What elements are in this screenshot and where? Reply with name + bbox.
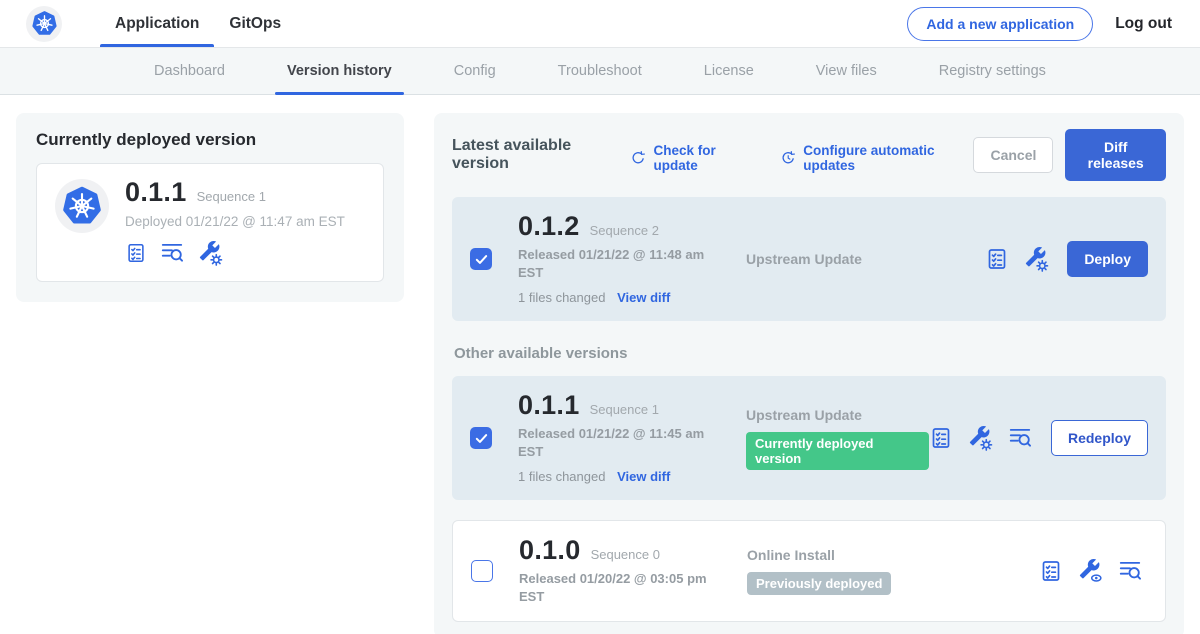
sequence-label: Sequence 2 <box>590 223 659 238</box>
redeploy-button[interactable]: Redeploy <box>1051 420 1148 456</box>
version-number: 0.1.0 <box>519 537 581 564</box>
logs-search-icon[interactable] <box>1007 425 1033 451</box>
edit-config-icon[interactable] <box>197 240 223 266</box>
version-source-label: Upstream Update <box>746 251 985 267</box>
deploy-button[interactable]: Deploy <box>1067 241 1148 277</box>
add-new-application-button[interactable]: Add a new application <box>907 7 1093 41</box>
schedule-update-icon <box>780 149 796 167</box>
top-nav-tabs: Application GitOps <box>100 0 296 47</box>
version-row-0-1-0: 0.1.0 Sequence 0 Released 01/20/22 @ 03:… <box>452 520 1166 622</box>
version-checkbox[interactable] <box>471 560 493 582</box>
check-for-update-link[interactable]: Check for update <box>630 143 754 173</box>
tab-application[interactable]: Application <box>100 0 214 47</box>
preflight-checks-icon[interactable] <box>929 426 953 450</box>
configure-automatic-updates-link[interactable]: Configure automatic updates <box>780 143 974 173</box>
version-checkbox[interactable] <box>470 427 492 449</box>
app-subnav: Dashboard Version history Config Trouble… <box>0 48 1200 95</box>
preflight-checks-icon[interactable] <box>1039 559 1063 583</box>
deployed-sequence-label: Sequence 1 <box>197 189 266 204</box>
subnav-tab-registry-settings[interactable]: Registry settings <box>923 48 1062 94</box>
checkmark-icon <box>474 431 489 446</box>
version-source-label: Online Install <box>747 547 1039 563</box>
deployed-timestamp: Deployed 01/21/22 @ 11:47 am EST <box>125 214 345 229</box>
other-available-versions-title: Other available versions <box>454 345 1166 362</box>
sequence-label: Sequence 1 <box>590 402 659 417</box>
version-number: 0.1.1 <box>518 392 580 419</box>
sequence-label: Sequence 0 <box>591 547 660 562</box>
files-changed-label: 1 files changed <box>518 290 605 305</box>
previously-deployed-badge: Previously deployed <box>747 572 891 595</box>
logs-search-icon[interactable] <box>1117 558 1143 584</box>
released-timestamp: Released 01/21/22 @ 11:45 am EST <box>518 425 708 460</box>
version-checkbox[interactable] <box>470 248 492 270</box>
top-navbar: Application GitOps Add a new application… <box>0 0 1200 48</box>
subnav-tab-dashboard[interactable]: Dashboard <box>138 48 241 94</box>
app-icon <box>55 179 109 233</box>
edit-config-icon[interactable] <box>967 425 993 451</box>
checkmark-icon <box>474 252 489 267</box>
currently-deployed-title: Currently deployed version <box>36 130 384 150</box>
logs-search-icon[interactable] <box>159 240 185 266</box>
version-row-0-1-1: 0.1.1 Sequence 1 Released 01/21/22 @ 11:… <box>452 376 1166 500</box>
kubernetes-logo <box>26 6 62 42</box>
files-changed-label: 1 files changed <box>518 469 605 484</box>
refresh-icon <box>630 149 646 167</box>
diff-releases-button[interactable]: Diff releases <box>1065 129 1166 181</box>
available-versions-header: Latest available version Check for updat… <box>452 129 1166 181</box>
currently-deployed-panel: Currently deployed version 0.1.1 Sequenc… <box>16 113 404 302</box>
version-row-0-1-2: 0.1.2 Sequence 2 Released 01/21/22 @ 11:… <box>452 197 1166 321</box>
released-timestamp: Released 01/21/22 @ 11:48 am EST <box>518 246 708 281</box>
view-config-icon[interactable] <box>1077 558 1103 584</box>
subnav-tab-view-files[interactable]: View files <box>800 48 893 94</box>
released-timestamp: Released 01/20/22 @ 03:05 pm EST <box>519 570 709 605</box>
view-diff-link[interactable]: View diff <box>617 290 670 305</box>
subnav-tab-license[interactable]: License <box>688 48 770 94</box>
latest-available-title: Latest available version <box>452 137 618 173</box>
version-history-page: Currently deployed version 0.1.1 Sequenc… <box>0 95 1200 634</box>
subnav-tab-version-history[interactable]: Version history <box>271 48 408 94</box>
deployed-version-number: 0.1.1 <box>125 179 187 206</box>
version-source-label: Upstream Update <box>746 407 929 423</box>
view-diff-link[interactable]: View diff <box>617 469 670 484</box>
edit-config-icon[interactable] <box>1023 246 1049 272</box>
currently-deployed-badge: Currently deployed version <box>746 432 929 470</box>
available-versions-panel: Latest available version Check for updat… <box>434 113 1184 634</box>
deployed-version-card: 0.1.1 Sequence 1 Deployed 01/21/22 @ 11:… <box>36 163 384 282</box>
tab-gitops[interactable]: GitOps <box>214 0 296 47</box>
subnav-tab-config[interactable]: Config <box>438 48 512 94</box>
preflight-checks-icon[interactable] <box>985 247 1009 271</box>
cancel-diff-button[interactable]: Cancel <box>973 137 1053 173</box>
preflight-checks-icon[interactable] <box>125 242 147 264</box>
subnav-tab-troubleshoot[interactable]: Troubleshoot <box>542 48 658 94</box>
version-number: 0.1.2 <box>518 213 580 240</box>
logout-button[interactable]: Log out <box>1115 15 1172 33</box>
